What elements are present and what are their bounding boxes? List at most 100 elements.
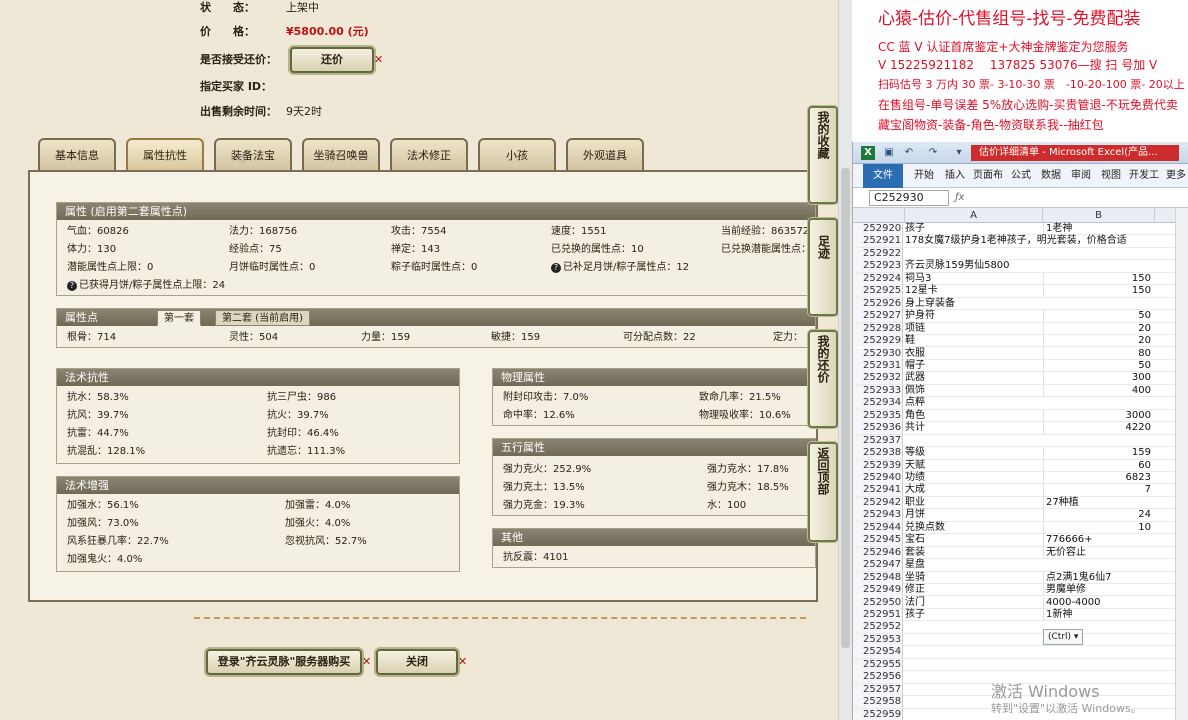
table-row[interactable]: 252922: [853, 247, 1188, 261]
table-row[interactable]: 252953: [853, 633, 1188, 647]
row-number[interactable]: 252937: [853, 434, 903, 447]
table-row[interactable]: 252938 等级 159: [853, 447, 1188, 460]
table-row[interactable]: 252939 天赋 60: [853, 459, 1188, 472]
tab-child[interactable]: 小孩: [478, 138, 556, 172]
cell-a[interactable]: 宝石: [905, 534, 1043, 546]
table-row[interactable]: 252932 武器 300: [853, 372, 1188, 385]
counter-offer-button[interactable]: 还价: [290, 47, 374, 73]
ribbon-tab-view[interactable]: 视图: [1097, 164, 1125, 188]
table-row[interactable]: 252930 衣服 80: [853, 347, 1188, 360]
cell-a[interactable]: 衣服: [905, 348, 1043, 360]
table-row[interactable]: 252929 鞋 20: [853, 335, 1188, 348]
column-header-a[interactable]: A: [905, 208, 1043, 223]
tab-equipment[interactable]: 装备法宝: [214, 138, 292, 172]
cell-a[interactable]: 帽子: [905, 360, 1043, 372]
cell-a[interactable]: 功绩: [905, 472, 1043, 484]
row-number[interactable]: 252957: [853, 683, 903, 696]
tab-mounts[interactable]: 坐骑召唤兽: [302, 138, 380, 172]
cell-a[interactable]: 天赋: [905, 460, 1043, 472]
undo-icon[interactable]: ↶: [903, 147, 915, 159]
row-number[interactable]: 252932: [853, 372, 903, 385]
row-number[interactable]: 252948: [853, 571, 903, 584]
cell-b[interactable]: 159: [1043, 447, 1155, 460]
cell-a[interactable]: 点粹: [905, 397, 1043, 409]
cell-a[interactable]: 星盘: [905, 559, 1043, 571]
customize-icon[interactable]: ▾: [953, 147, 965, 159]
row-number[interactable]: 252942: [853, 496, 903, 509]
table-row[interactable]: 252955: [853, 658, 1188, 672]
sheet-scrollbar[interactable]: [1175, 208, 1188, 720]
cell-b[interactable]: 776666+: [1043, 534, 1155, 547]
table-row[interactable]: 252954: [853, 646, 1188, 659]
row-number[interactable]: 252952: [853, 621, 903, 634]
ribbon-tab-developer[interactable]: 开发工: [1127, 164, 1161, 188]
row-number[interactable]: 252928: [853, 322, 903, 335]
cell-b[interactable]: 300: [1043, 372, 1155, 385]
row-number[interactable]: 252934: [853, 397, 903, 410]
cell-b[interactable]: 24: [1043, 509, 1155, 522]
page-scrollbar[interactable]: [838, 0, 852, 720]
row-number[interactable]: 252921: [853, 235, 903, 248]
row-number[interactable]: 252958: [853, 696, 903, 709]
tab-attributes[interactable]: 属性抗性: [126, 138, 204, 172]
cell-b[interactable]: 6823: [1043, 472, 1155, 484]
cell-a[interactable]: 月饼: [905, 509, 1043, 521]
table-row[interactable]: 252947 星盘: [853, 559, 1188, 572]
row-number[interactable]: 252922: [853, 247, 903, 260]
cell-b[interactable]: 3000: [1043, 409, 1155, 422]
table-row[interactable]: 252950 法门 4000-4000: [853, 596, 1188, 609]
row-number[interactable]: 252944: [853, 521, 903, 534]
cell-b[interactable]: 10: [1043, 521, 1155, 534]
row-number[interactable]: 252959: [853, 708, 903, 720]
help-icon[interactable]: ?: [551, 263, 561, 273]
tab-basic-info[interactable]: 基本信息: [38, 138, 116, 172]
cell-a[interactable]: 佩饰: [905, 385, 1043, 397]
help-icon[interactable]: ?: [67, 281, 77, 291]
cell-b[interactable]: 点2满1鬼6仙7: [1043, 571, 1155, 584]
cell-a[interactable]: 角色: [905, 410, 1043, 422]
row-number[interactable]: 252951: [853, 608, 903, 621]
cell-b[interactable]: 4000-4000: [1043, 596, 1155, 609]
column-header-b[interactable]: B: [1043, 208, 1155, 223]
table-row[interactable]: 252924 祠马3 150: [853, 272, 1188, 286]
table-row[interactable]: 252944 兑换点数 10: [853, 521, 1188, 535]
row-number[interactable]: 252947: [853, 559, 903, 572]
row-number[interactable]: 252927: [853, 310, 903, 323]
cell-b[interactable]: 男魔单修: [1043, 584, 1155, 597]
table-row[interactable]: 252949 修正 男魔单修: [853, 584, 1188, 597]
row-number[interactable]: 252923: [853, 260, 903, 273]
table-row[interactable]: 252935 角色 3000: [853, 409, 1188, 423]
ribbon-tab-layout[interactable]: 页面布: [971, 164, 1005, 188]
cell-a[interactable]: 修正: [905, 584, 1043, 596]
scroll-thumb[interactable]: [841, 168, 850, 648]
fx-icon[interactable]: ƒx: [955, 190, 995, 206]
table-row[interactable]: 252945 宝石 776666+: [853, 534, 1188, 547]
footprint-button[interactable]: 足迹: [808, 218, 838, 316]
table-row[interactable]: 252948 坐骑 点2满1鬼6仙7: [853, 571, 1188, 585]
cell-a[interactable]: 坐骑: [905, 572, 1043, 584]
cell-b[interactable]: 20: [1043, 335, 1155, 348]
my-counter-offers-button[interactable]: 我的还价: [808, 330, 838, 428]
table-row[interactable]: 252920 孩子 1老神: [853, 223, 1188, 236]
row-number[interactable]: 252929: [853, 335, 903, 348]
table-row[interactable]: 252934 点粹: [853, 397, 1188, 410]
row-number[interactable]: 252933: [853, 384, 903, 397]
cell-a[interactable]: 兑换点数: [905, 522, 1043, 534]
cell-a[interactable]: 武器: [905, 372, 1043, 384]
tab-spell-correction[interactable]: 法术修正: [390, 138, 468, 172]
row-number[interactable]: 252938: [853, 447, 903, 460]
row-number[interactable]: 252954: [853, 646, 903, 659]
table-row[interactable]: 252928 项链 20: [853, 322, 1188, 336]
table-row[interactable]: 252951 孩子 1新神: [853, 608, 1188, 622]
table-row[interactable]: 252926 身上穿装备: [853, 297, 1188, 311]
cell-a[interactable]: 身上穿装备: [905, 298, 1043, 310]
row-number[interactable]: 252936: [853, 422, 903, 435]
cell-b[interactable]: 1新神: [1043, 608, 1155, 621]
cell-a[interactable]: 12星卡: [905, 285, 1043, 297]
row-number[interactable]: 252924: [853, 272, 903, 285]
table-row[interactable]: 252936 共计 4220: [853, 422, 1188, 435]
row-number[interactable]: 252946: [853, 546, 903, 559]
row-number[interactable]: 252931: [853, 359, 903, 372]
cell-a[interactable]: 职业: [905, 497, 1043, 509]
ribbon-tab-insert[interactable]: 插入: [941, 164, 969, 188]
